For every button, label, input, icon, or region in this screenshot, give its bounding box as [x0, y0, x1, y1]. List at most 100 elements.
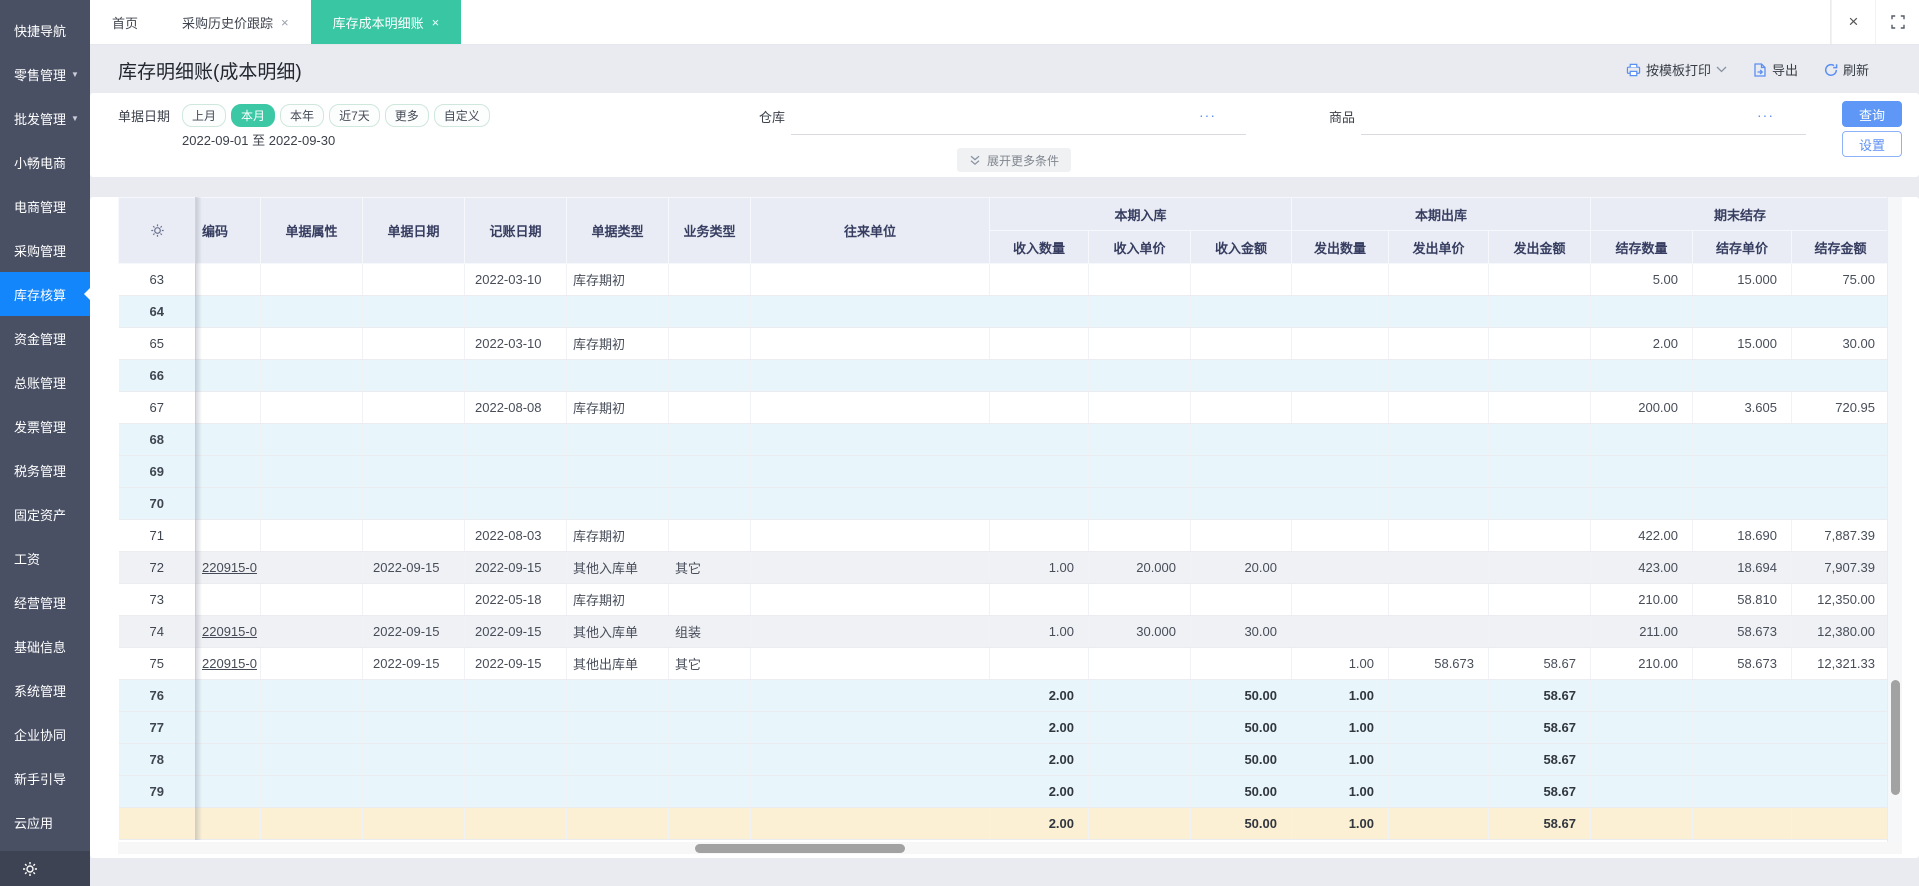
header-out-qty[interactable]: 发出数量 [1291, 230, 1389, 264]
tab-item[interactable]: 库存成本明细账 × [310, 0, 462, 44]
sidebar-item[interactable]: 库存核算 ▼ [0, 272, 90, 316]
sidebar-item[interactable]: 总账管理 ▼ [0, 360, 90, 404]
cell-in-qty: 1.00 [989, 615, 1089, 648]
header-out-amount[interactable]: 发出金额 [1488, 230, 1591, 264]
settings-button[interactable]: 设置 [1842, 131, 1902, 157]
header-in-qty[interactable]: 收入数量 [989, 230, 1089, 264]
cell-in-price [1088, 455, 1191, 488]
header-in-price[interactable]: 收入单价 [1088, 230, 1191, 264]
page-title: 库存明细账(成本明细) [118, 62, 302, 83]
header-bal-amount[interactable]: 结存金额 [1791, 230, 1890, 264]
sidebar-item[interactable]: 云应用 ▼ [0, 800, 90, 844]
sidebar-item[interactable]: 经营管理 ▼ [0, 580, 90, 624]
table-row[interactable]: 74 220915-0 2022-09-15 2022-09-15 其他入库单 … [118, 615, 1890, 648]
header-acct-date[interactable]: 记账日期 [464, 197, 567, 264]
tab-close-icon[interactable]: × [432, 15, 440, 30]
horizontal-scrollbar[interactable] [118, 842, 1902, 854]
cell-in-amount: 50.00 [1190, 711, 1292, 744]
table-row[interactable]: 78 2.00 50.00 1.00 58.67 [118, 743, 1890, 776]
header-bal-price[interactable]: 结存单价 [1692, 230, 1792, 264]
vertical-scrollbar[interactable] [1887, 197, 1902, 842]
header-doc-attr[interactable]: 单据属性 [260, 197, 363, 264]
cell-in-amount: 30.00 [1190, 615, 1292, 648]
cell-biz-type: 其它 [668, 647, 751, 680]
refresh-button[interactable]: 刷新 [1824, 60, 1869, 79]
header-doc-date[interactable]: 单据日期 [362, 197, 465, 264]
close-window-button[interactable]: × [1831, 0, 1875, 44]
cell-row-number: 79 [118, 775, 196, 808]
fullscreen-button[interactable] [1875, 0, 1919, 44]
table-row[interactable]: 64 [118, 295, 1890, 328]
cell-out-price [1388, 583, 1489, 616]
product-input[interactable] [1361, 134, 1806, 135]
table-row[interactable]: 63 2022-03-10 库存期初 5.00 15.000 75.00 [118, 263, 1890, 296]
date-chip[interactable]: 本年 [280, 104, 325, 127]
header-biz-type[interactable]: 业务类型 [668, 197, 751, 264]
header-doc-type[interactable]: 单据类型 [566, 197, 669, 264]
warehouse-input[interactable] [791, 134, 1246, 135]
sidebar-item[interactable]: 税务管理 ▼ [0, 448, 90, 492]
sidebar-item[interactable]: 电商管理 ▼ [0, 184, 90, 228]
sidebar-item[interactable]: 基础信息 ▼ [0, 624, 90, 668]
table-row[interactable]: 67 2022-08-08 库存期初 200.00 3.605 720.95 [118, 391, 1890, 424]
date-chip[interactable]: 自定义 [433, 104, 490, 127]
table-row[interactable]: 72 220915-0 2022-09-15 2022-09-15 其他入库单 … [118, 551, 1890, 584]
table-row[interactable]: 68 [118, 423, 1890, 456]
cell-bal-amount: 720.95 [1791, 391, 1890, 424]
sidebar-item[interactable]: 批发管理 ▼ [0, 96, 90, 140]
export-button[interactable]: 导出 [1753, 60, 1798, 79]
cell-bal-amount [1791, 423, 1890, 456]
date-chip[interactable]: 近7天 [329, 104, 380, 127]
print-by-template-button[interactable]: 按模板打印 [1626, 60, 1727, 79]
table-row[interactable]: 76 2.00 50.00 1.00 58.67 [118, 679, 1890, 712]
sidebar-item[interactable]: 采购管理 ▼ [0, 228, 90, 272]
sidebar-item[interactable]: 资金管理 ▼ [0, 316, 90, 360]
header-in-amount[interactable]: 收入金额 [1190, 230, 1292, 264]
expand-more-conditions-button[interactable]: 展开更多条件 [957, 148, 1072, 172]
table-row[interactable]: 77 2.00 50.00 1.00 58.67 [118, 711, 1890, 744]
cell-code [195, 359, 261, 392]
sidebar-item[interactable]: 新手引导 ▼ [0, 756, 90, 800]
table-row[interactable]: 75 220915-0 2022-09-15 2022-09-15 其他出库单 … [118, 647, 1890, 680]
document-code-link[interactable]: 220915-0 [202, 656, 257, 671]
sidebar-item[interactable]: 工资 ▼ [0, 536, 90, 580]
header-code[interactable]: 编码 [195, 197, 261, 264]
tab-close-icon[interactable]: × [281, 15, 289, 30]
product-more-icon[interactable]: ··· [1757, 107, 1774, 123]
cell-in-price [1088, 391, 1191, 424]
tab-item[interactable]: 首页 [90, 0, 160, 44]
column-settings-header[interactable] [118, 197, 196, 264]
horizontal-scrollbar-thumb[interactable] [695, 844, 905, 853]
table-row[interactable]: 70 [118, 487, 1890, 520]
table-row[interactable]: 66 [118, 359, 1890, 392]
table-row[interactable]: 79 2.00 50.00 1.00 58.67 [118, 775, 1890, 808]
cell-in-price [1088, 423, 1191, 456]
cell-acct-date [464, 711, 567, 744]
sidebar-item[interactable]: 快捷导航 ▼ [0, 8, 90, 52]
warehouse-more-icon[interactable]: ··· [1199, 107, 1216, 123]
sidebar-item[interactable]: 零售管理 ▼ [0, 52, 90, 96]
table-row[interactable]: 65 2022-03-10 库存期初 2.00 15.000 30.00 [118, 327, 1890, 360]
sidebar-item[interactable]: 企业协同 ▼ [0, 712, 90, 756]
table-row[interactable]: 69 [118, 455, 1890, 488]
gear-icon[interactable] [22, 861, 38, 877]
cell-bal-price [1692, 295, 1792, 328]
sidebar-item[interactable]: 系统管理 ▼ [0, 668, 90, 712]
sidebar-item[interactable]: 固定资产 ▼ [0, 492, 90, 536]
header-out-price[interactable]: 发出单价 [1388, 230, 1489, 264]
table-row[interactable]: 73 2022-05-18 库存期初 210.00 58.810 12,350.… [118, 583, 1890, 616]
date-chip[interactable]: 本月 [231, 104, 276, 127]
document-code-link[interactable]: 220915-0 [202, 624, 257, 639]
date-chip[interactable]: 上月 [182, 104, 227, 127]
sidebar-item[interactable]: 小畅电商 ▼ [0, 140, 90, 184]
table-row[interactable]: 2.00 50.00 1.00 58.67 [118, 807, 1890, 840]
header-bal-qty[interactable]: 结存数量 [1590, 230, 1693, 264]
tab-item[interactable]: 采购历史价跟踪 × [160, 0, 311, 44]
vertical-scrollbar-thumb[interactable] [1891, 680, 1900, 795]
header-partner[interactable]: 往来单位 [750, 197, 990, 264]
table-row[interactable]: 71 2022-08-03 库存期初 422.00 18.690 7,887.3… [118, 519, 1890, 552]
date-chip[interactable]: 更多 [384, 104, 429, 127]
document-code-link[interactable]: 220915-0 [202, 560, 257, 575]
sidebar-item[interactable]: 发票管理 ▼ [0, 404, 90, 448]
query-button[interactable]: 查询 [1842, 101, 1902, 127]
